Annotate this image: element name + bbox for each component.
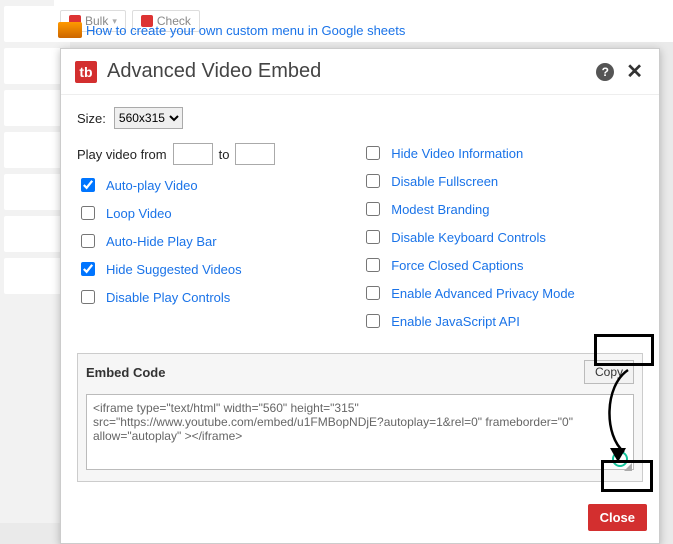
size-label: Size: [77,111,106,126]
checkbox[interactable] [366,146,380,160]
checkbox[interactable] [366,314,380,328]
dialog-body: Size: 560x315 Play video from to Auto-pl… [61,95,659,496]
video-thumb-icon [58,22,82,38]
options-right-col: Hide Video Information Disable Fullscree… [362,143,643,339]
checkbox[interactable] [366,202,380,216]
dialog-title: Advanced Video Embed [107,60,321,83]
advanced-embed-dialog: tb Advanced Video Embed ? ✕ Size: 560x31… [60,48,660,544]
embed-label: Embed Code [86,365,165,380]
option-label[interactable]: Auto-Hide Play Bar [106,234,217,249]
checkbox[interactable] [81,262,95,276]
embed-panel: Embed Code Copy [77,353,643,482]
playfrom-to: to [219,147,230,162]
checkbox[interactable] [81,178,95,192]
dialog-header: tb Advanced Video Embed ? ✕ [61,49,659,95]
option-force-cc[interactable]: Force Closed Captions [362,255,643,275]
option-label[interactable]: Force Closed Captions [391,258,523,273]
option-autoplay[interactable]: Auto-play Video [77,175,332,195]
option-hide-info[interactable]: Hide Video Information [362,143,643,163]
checkbox[interactable] [81,234,95,248]
checkbox[interactable] [366,286,380,300]
size-row: Size: 560x315 [77,107,643,129]
playfrom-end-input[interactable] [235,143,275,165]
size-select[interactable]: 560x315 [114,107,183,129]
checkbox[interactable] [366,258,380,272]
thumb [4,216,62,252]
tubebuddy-logo-icon: tb [75,61,97,83]
option-hide-suggested[interactable]: Hide Suggested Videos [77,259,332,279]
option-label[interactable]: Auto-play Video [106,178,198,193]
thumb [4,90,62,126]
thumb [4,48,62,84]
option-label[interactable]: Disable Fullscreen [391,174,498,189]
thumb [4,132,62,168]
copy-button[interactable]: Copy [584,360,634,384]
close-button[interactable]: Close [588,504,647,531]
option-loop[interactable]: Loop Video [77,203,332,223]
playfrom-label: Play video from [77,147,167,162]
options-left-col: Play video from to Auto-play Video Loop … [77,143,332,339]
option-label[interactable]: Enable Advanced Privacy Mode [391,286,575,301]
checkbox[interactable] [366,174,380,188]
checkbox[interactable] [81,206,95,220]
checkbox[interactable] [366,230,380,244]
option-modest-branding[interactable]: Modest Branding [362,199,643,219]
option-label[interactable]: Hide Video Information [391,146,523,161]
option-label[interactable]: Hide Suggested Videos [106,262,242,277]
thumb [4,174,62,210]
grammarly-icon [612,451,628,467]
option-autohide-bar[interactable]: Auto-Hide Play Bar [77,231,332,251]
play-from-row: Play video from to [77,143,332,165]
embed-code-textarea[interactable] [86,394,634,470]
option-label[interactable]: Disable Keyboard Controls [391,230,546,245]
help-icon[interactable]: ? [596,63,614,81]
option-disable-fullscreen[interactable]: Disable Fullscreen [362,171,643,191]
option-disable-keyboard[interactable]: Disable Keyboard Controls [362,227,643,247]
playfrom-start-input[interactable] [173,143,213,165]
option-label[interactable]: Loop Video [106,206,172,221]
option-privacy-mode[interactable]: Enable Advanced Privacy Mode [362,283,643,303]
option-label[interactable]: Enable JavaScript API [391,314,520,329]
option-label[interactable]: Modest Branding [391,202,489,217]
option-disable-controls[interactable]: Disable Play Controls [77,287,332,307]
thumb [4,258,62,294]
top-toolbar: Bulk ▾ Check How to create your own cust… [54,0,673,42]
option-js-api[interactable]: Enable JavaScript API [362,311,643,331]
dialog-footer: Close [61,496,659,543]
video-title-link[interactable]: How to create your own custom menu in Go… [86,23,405,38]
checkbox[interactable] [81,290,95,304]
close-icon[interactable]: ✕ [624,62,645,82]
option-label[interactable]: Disable Play Controls [106,290,230,305]
